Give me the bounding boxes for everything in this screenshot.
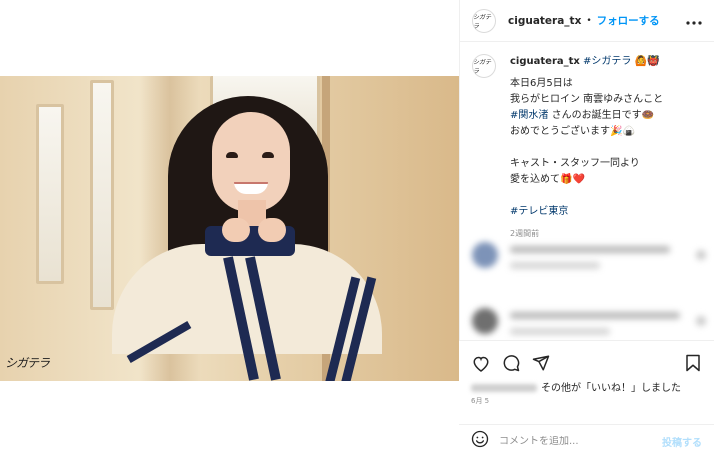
heart-icon [696, 250, 706, 260]
post-date: 6月 5 [471, 397, 490, 405]
window-left [36, 104, 64, 284]
caption-body: ciguatera_tx #シガテラ 🙆👹 本日6月5日は 我らがヒロイン 南雲… [510, 54, 708, 242]
caption-username[interactable]: ciguatera_tx [510, 56, 580, 67]
more-horizontal-icon[interactable] [686, 13, 702, 29]
caption-line: おめでとうございます🎉🍙 [510, 126, 635, 137]
blurred-comment [472, 240, 708, 280]
eye-right [262, 152, 274, 158]
post-header: シガテラ ciguatera_tx • フォローする [460, 0, 714, 42]
eye-left [226, 152, 238, 158]
username-link[interactable]: ciguatera_tx [508, 15, 581, 27]
likes-summary[interactable]: その他が「いいね！」しました [471, 379, 681, 394]
caption-line: #関水渚 さんのお誕生日です🍩 [510, 108, 708, 124]
comment-icon[interactable] [501, 353, 521, 373]
hand-left [222, 218, 250, 242]
tv-hashtag-link[interactable]: #テレビ東京 [510, 204, 708, 220]
action-icons [471, 353, 703, 375]
photo-column: シガテラ [0, 0, 459, 456]
caption-line [510, 188, 708, 204]
caption-avatar[interactable]: シガテラ [472, 54, 496, 78]
avatar[interactable]: シガテラ [472, 8, 496, 33]
caption-line: キャスト・スタッフ一同より [510, 158, 640, 169]
hand-right [258, 218, 286, 242]
caption-first-line: ciguatera_tx #シガテラ 🙆👹 [510, 54, 708, 70]
caption-line: 本日6月5日は [510, 78, 573, 89]
heart-icon [696, 316, 706, 326]
comment-avatar [472, 242, 498, 268]
actor-hashtag-link[interactable]: #関水渚 [510, 110, 548, 121]
post-photo[interactable] [0, 76, 459, 381]
caption-line: 我らがヒロイン 南雲ゆみさんこと [510, 94, 664, 105]
comment-meta [510, 262, 600, 269]
caption: シガテラ ciguatera_tx #シガテラ 🙆👹 本日6月5日は 我らがヒロ… [472, 54, 708, 242]
caption-line-text: さんのお誕生日です🍩 [551, 110, 655, 121]
caption-line: 愛を込めて🎁❤️ [510, 174, 585, 185]
window-middle [90, 80, 114, 310]
comment-input[interactable] [499, 435, 649, 447]
caption-emoji: 🙆👹 [634, 56, 660, 67]
comment-avatar [472, 308, 498, 334]
separator-dot: • [586, 15, 592, 26]
person-face [212, 112, 290, 212]
comment-text [510, 246, 670, 253]
bookmark-icon[interactable] [683, 353, 703, 373]
heart-icon[interactable] [471, 353, 491, 373]
smiley-icon[interactable] [471, 430, 489, 452]
likes-user-blurred [471, 384, 537, 392]
smile [234, 182, 268, 194]
follow-button[interactable]: フォローする [597, 13, 660, 28]
caption-line [510, 140, 708, 156]
hashtag-link[interactable]: #シガテラ [583, 56, 631, 67]
share-icon[interactable] [531, 353, 551, 373]
actions-section: その他が「いいね！」しました 6月 5 投稿する [459, 340, 714, 456]
likes-text: その他が「いいね！」しました [541, 383, 681, 394]
comment-bar: 投稿する [459, 424, 714, 456]
comment-meta [510, 328, 610, 335]
post-comment-button[interactable]: 投稿する [662, 434, 702, 449]
comment-text [510, 312, 680, 319]
watermark-logo: シガテラ [5, 356, 50, 370]
